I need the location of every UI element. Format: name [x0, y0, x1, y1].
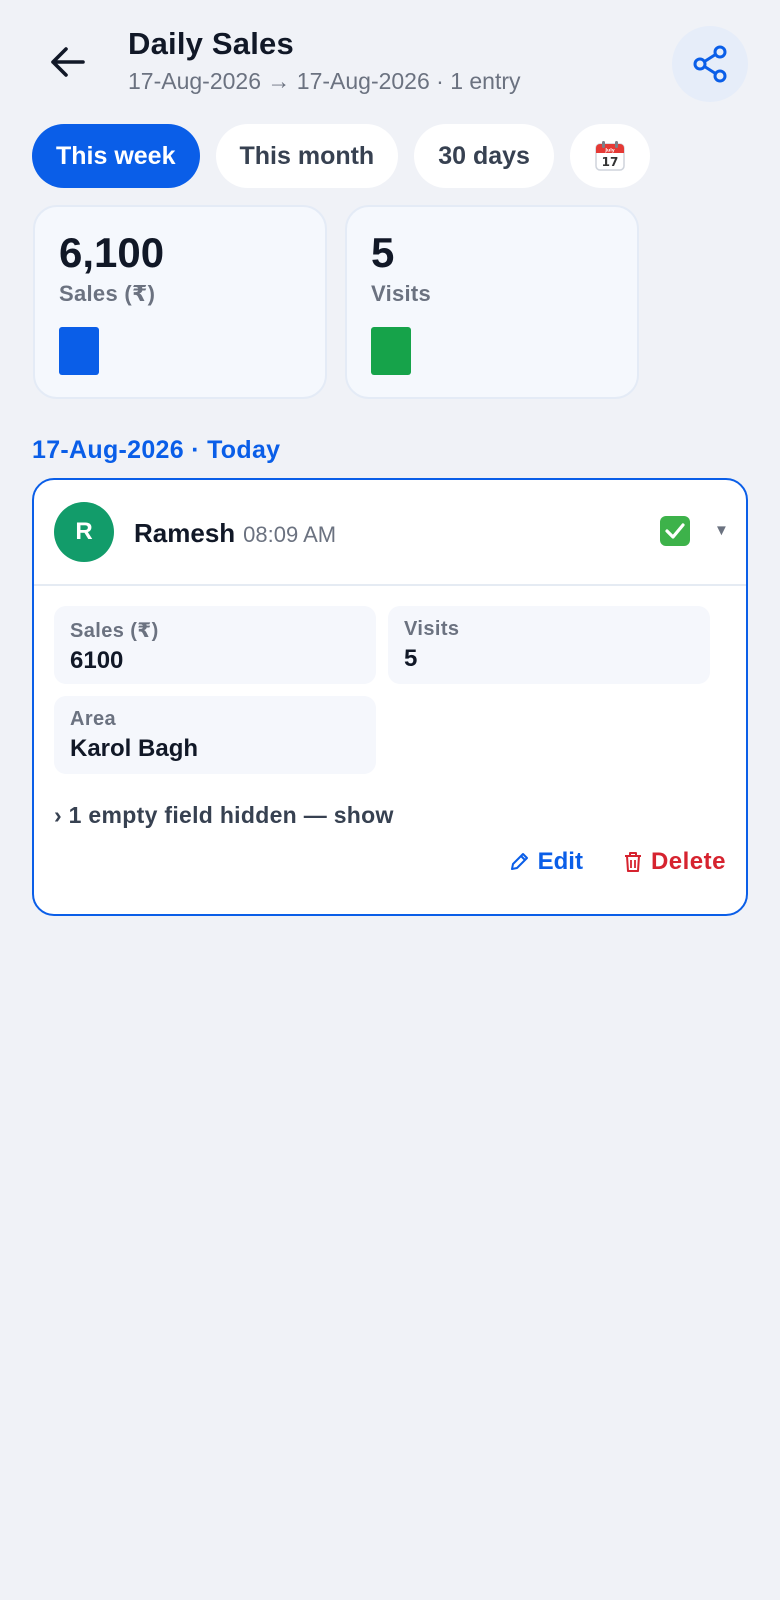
- day-group-heading: 17-Aug-2026 · Today: [32, 436, 281, 464]
- field-sales: Sales (₹) 6100: [54, 606, 376, 684]
- stat-label: Sales (₹): [59, 281, 156, 307]
- stat-bar-sales: [59, 327, 99, 376]
- field-value: Karol Bagh: [70, 735, 199, 762]
- pencil-icon: [510, 853, 528, 870]
- share-icon: [693, 45, 727, 83]
- custom-date-button[interactable]: July 17: [569, 124, 650, 188]
- stat-value: 5: [371, 229, 395, 276]
- edit-button[interactable]: Edit: [508, 848, 583, 876]
- trash-icon: [624, 852, 641, 872]
- chip-30-days[interactable]: 30 days: [414, 124, 554, 188]
- chip-this-month[interactable]: This month: [215, 124, 399, 188]
- field-label: Sales (₹): [70, 620, 159, 642]
- summary-stats: 6,100 Sales (₹) 5 Visits: [33, 205, 639, 399]
- edit-label: Edit: [537, 848, 583, 875]
- date-range-summary: 17-Aug-2026 → 17-Aug-2026 · 1 entry: [128, 68, 521, 94]
- date-range-chips: This week This month 30 days July 17: [32, 124, 650, 188]
- field-area: Area Karol Bagh: [54, 696, 376, 774]
- back-button[interactable]: [42, 36, 94, 88]
- entry-card: R Ramesh 08:09 AM ▼ Sales (₹) 6100 Visit…: [32, 478, 748, 916]
- entry-header[interactable]: R Ramesh 08:09 AM ▼: [34, 480, 746, 586]
- calendar-month-text: July: [604, 148, 614, 154]
- page-title: Daily Sales: [128, 26, 294, 61]
- app-header: Daily Sales 17-Aug-2026 → 17-Aug-2026 · …: [0, 0, 780, 118]
- arrow-left-icon: [51, 47, 85, 77]
- calendar-icon: July 17: [595, 141, 625, 171]
- entry-author-name: Ramesh: [134, 518, 236, 548]
- field-value: 5: [404, 645, 418, 672]
- share-button[interactable]: [672, 26, 748, 102]
- stat-card-sales: 6,100 Sales (₹): [33, 205, 327, 399]
- daily-sales-screen: Daily Sales 17-Aug-2026 → 17-Aug-2026 · …: [0, 0, 780, 1600]
- stat-label: Visits: [371, 281, 432, 307]
- field-label: Area: [70, 708, 117, 730]
- entry-time: 08:09 AM: [243, 522, 337, 547]
- field-value: 6100: [70, 647, 124, 674]
- field-visits: Visits 5: [388, 606, 710, 684]
- stat-bar-visits: [371, 327, 411, 376]
- avatar: R: [54, 502, 114, 562]
- stat-value: 6,100: [59, 229, 165, 276]
- entry-actions: Edit Delete: [508, 848, 726, 876]
- delete-label: Delete: [650, 848, 726, 875]
- delete-button[interactable]: Delete: [623, 848, 726, 876]
- check-mark-icon: [660, 516, 690, 546]
- calendar-day-text: 17: [602, 155, 619, 169]
- title-block: Daily Sales 17-Aug-2026 → 17-Aug-2026 · …: [128, 26, 521, 95]
- show-hidden-fields-link[interactable]: › 1 empty field hidden — show: [54, 802, 394, 829]
- field-label: Visits: [404, 618, 460, 640]
- stat-card-visits: 5 Visits: [345, 205, 639, 399]
- chevron-down-icon[interactable]: ▼: [714, 522, 729, 539]
- chip-this-week[interactable]: This week: [32, 124, 200, 188]
